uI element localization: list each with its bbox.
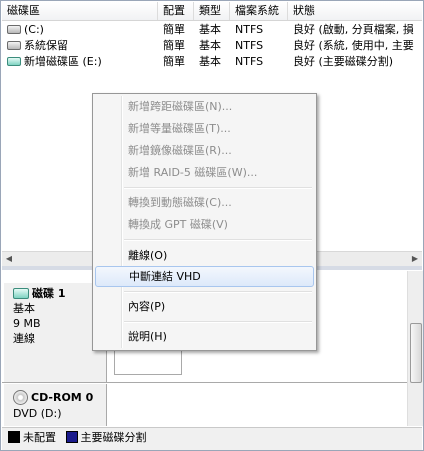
scroll-right-arrow-icon[interactable]: ▶	[408, 252, 422, 266]
column-header-volume[interactable]: 磁碟區	[2, 2, 158, 20]
volume-filesystem: NTFS	[235, 23, 264, 36]
scroll-left-arrow-icon[interactable]: ◀	[2, 252, 16, 266]
column-header-layout[interactable]: 配置	[158, 2, 194, 20]
volume-layout: 簡單	[163, 23, 185, 36]
volume-row[interactable]: 系統保留 簡單 基本 NTFS 良好 (系統, 使用中, 主要	[2, 38, 422, 54]
column-header-type[interactable]: 類型	[194, 2, 230, 20]
legend-swatch-primary-partition	[65, 431, 78, 443]
volume-type: 基本	[199, 23, 221, 36]
disk-view-vertical-scrollbar[interactable]	[407, 271, 423, 426]
volume-status: 良好 (系統, 使用中, 主要	[293, 39, 414, 52]
legend-label-unallocated: 未配置	[23, 431, 56, 444]
column-header-filesystem[interactable]: 檔案系統	[230, 2, 288, 20]
legend-bar: 未配置 主要磁碟分割	[2, 427, 422, 450]
menu-item-detach-vhd[interactable]: 中斷連結 VHD	[95, 266, 314, 287]
volume-name: 系統保留	[24, 39, 68, 52]
disk-management-window: 磁碟區 配置 類型 檔案系統 狀態 (C:) 簡單 基本 NTFS 良好 (啟動…	[0, 0, 424, 451]
disk-title: 磁碟 1	[32, 287, 66, 300]
menu-item-new-mirrored-volume[interactable]: 新增鏡像磁碟區(R)...	[95, 140, 314, 161]
volume-name: (C:)	[24, 23, 44, 36]
disk-divider	[2, 382, 407, 383]
legend-label-primary-partition: 主要磁碟分割	[80, 431, 147, 444]
menu-separator	[124, 239, 312, 241]
menu-item-convert-to-gpt[interactable]: 轉換成 GPT 磁碟(V)	[95, 214, 314, 235]
menu-item-offline[interactable]: 離線(O)	[95, 245, 314, 266]
drive-icon	[7, 40, 21, 50]
menu-item-convert-to-dynamic[interactable]: 轉換到動態磁碟(C)...	[95, 192, 314, 213]
menu-item-new-raid5-volume[interactable]: 新增 RAID-5 磁碟區(W)...	[95, 162, 314, 183]
volume-list-header: 磁碟區 配置 類型 檔案系統 狀態	[2, 2, 422, 21]
volume-type: 基本	[199, 55, 221, 68]
cdrom-icon	[13, 389, 28, 405]
menu-separator	[124, 321, 312, 323]
menu-item-new-spanned-volume[interactable]: 新增跨距磁碟區(N)...	[95, 96, 314, 117]
scrollbar-thumb[interactable]	[410, 323, 422, 383]
volume-layout: 簡單	[163, 55, 185, 68]
volume-status: 良好 (啟動, 分頁檔案, 損	[293, 23, 414, 36]
volume-row[interactable]: (C:) 簡單 基本 NTFS 良好 (啟動, 分頁檔案, 損	[2, 22, 422, 38]
drive-icon	[7, 24, 21, 34]
cdrom-0-label[interactable]: CD-ROM 0 DVD (D:)	[4, 384, 107, 426]
volume-filesystem: NTFS	[235, 39, 264, 52]
volume-name: 新增磁碟區 (E:)	[24, 55, 102, 68]
legend-swatch-unallocated	[8, 431, 20, 443]
menu-separator	[124, 187, 312, 189]
menu-separator	[124, 291, 312, 293]
disk-type: DVD (D:)	[13, 406, 62, 420]
menu-item-properties[interactable]: 內容(P)	[95, 296, 314, 317]
volume-status: 良好 (主要磁碟分割)	[293, 55, 394, 68]
disk-title: CD-ROM 0	[31, 391, 94, 404]
menu-item-new-striped-volume[interactable]: 新增等量磁碟區(T)...	[95, 118, 314, 139]
menu-item-help[interactable]: 說明(H)	[95, 326, 314, 347]
volume-layout: 簡單	[163, 39, 185, 52]
disk-context-menu: 新增跨距磁碟區(N)... 新增等量磁碟區(T)... 新增鏡像磁碟區(R)..…	[92, 93, 317, 351]
vhd-disk-icon	[13, 287, 29, 299]
volume-row[interactable]: 新增磁碟區 (E:) 簡單 基本 NTFS 良好 (主要磁碟分割)	[2, 54, 422, 70]
column-header-status[interactable]: 狀態	[288, 2, 422, 20]
volume-filesystem: NTFS	[235, 55, 264, 68]
vhd-drive-icon	[7, 56, 21, 66]
volume-type: 基本	[199, 39, 221, 52]
